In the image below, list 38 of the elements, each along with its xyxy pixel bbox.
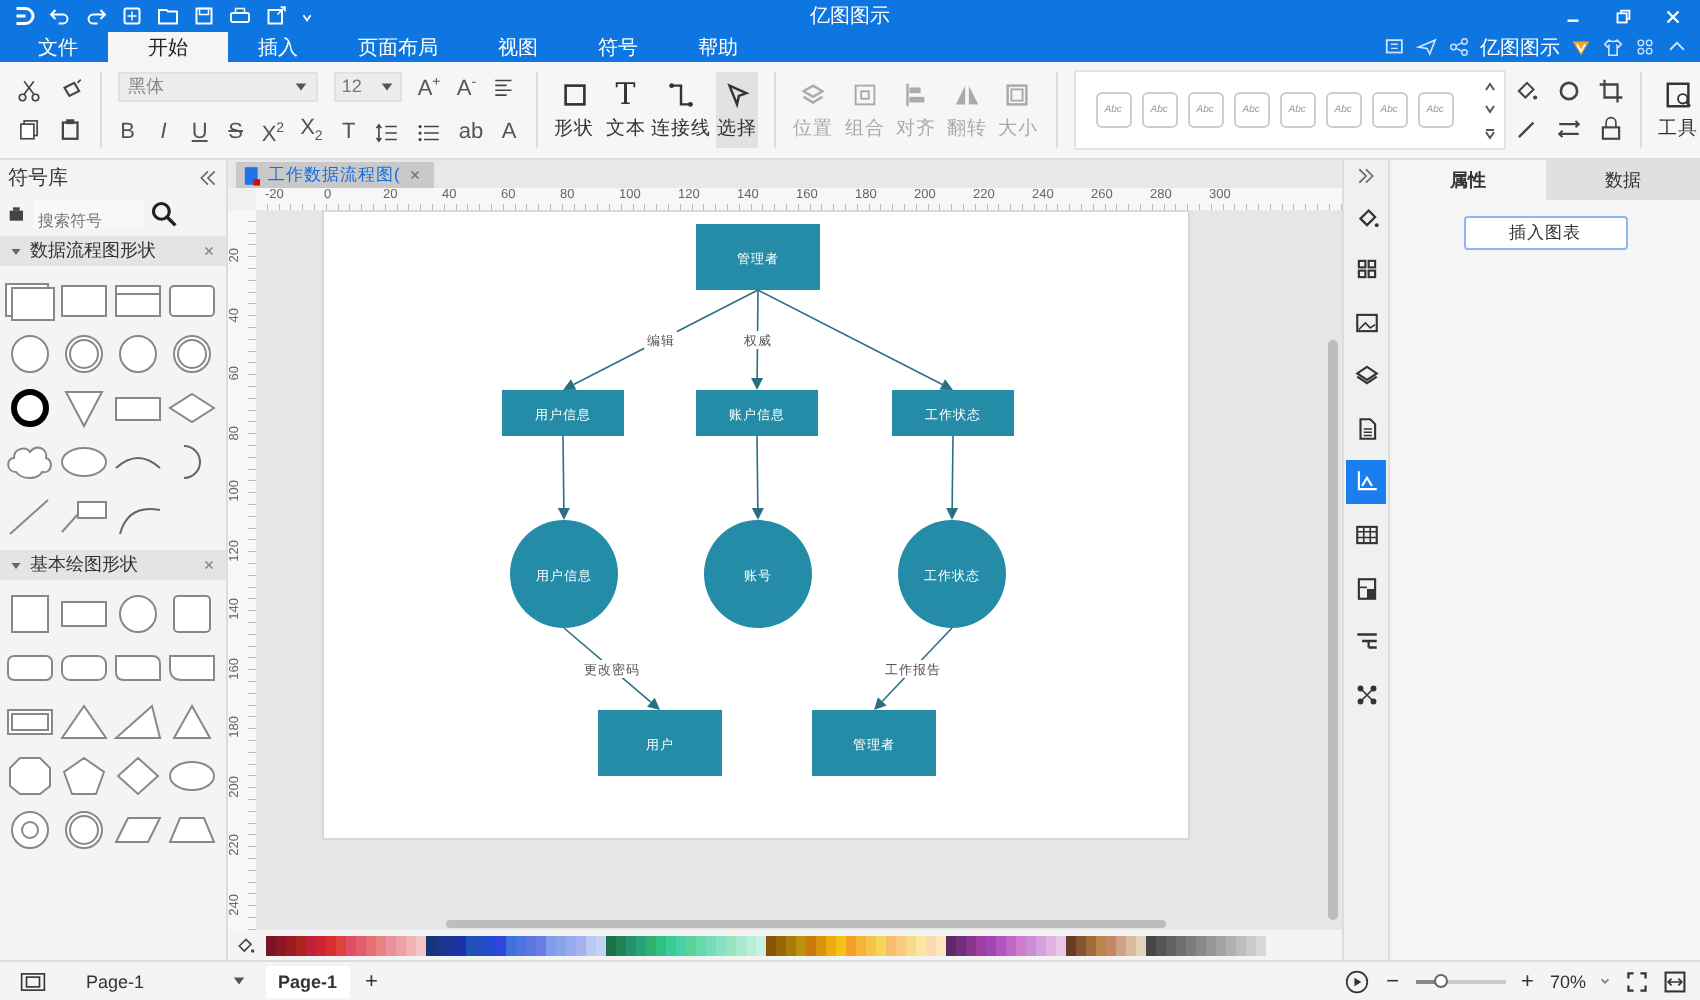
italic-button[interactable]: I	[153, 119, 174, 146]
panel-tab[interactable]: 数据	[1545, 160, 1700, 200]
zoom-out-button[interactable]: −	[1382, 969, 1404, 993]
library-section-header[interactable]: 数据流程图形状	[0, 236, 226, 266]
search-field[interactable]: 搜索符号	[34, 200, 144, 228]
page-select[interactable]: Page-1	[58, 971, 254, 991]
menu-tab[interactable]: 开始	[108, 32, 228, 62]
ribbon-tool-button[interactable]: 连接线	[655, 72, 708, 148]
highlight-button[interactable]: ab	[458, 119, 484, 146]
font-size-button[interactable]: A$^{+}$	[417, 70, 441, 104]
menu-tab[interactable]: 符号	[568, 32, 668, 62]
library-section-header[interactable]: 基本绘图形状	[0, 550, 226, 580]
zoom-in-button[interactable]: +	[1517, 969, 1538, 993]
font-size-button[interactable]: A$^{-}$	[456, 70, 477, 104]
menu-tab[interactable]: 文件	[8, 32, 108, 62]
tools-menu-button[interactable]: 工具	[1656, 72, 1700, 148]
window-title: 亿图图示	[810, 4, 890, 30]
zoom-level[interactable]: 70%	[1549, 971, 1586, 991]
page-tab[interactable]: Page-1	[266, 965, 350, 997]
font-size-select[interactable]: 12	[333, 71, 402, 102]
panel-title: 符号库	[8, 165, 68, 192]
subscript-button[interactable]: X$_{2}$	[300, 115, 323, 150]
add-page-button[interactable]: +	[361, 969, 382, 993]
font-color-button[interactable]: A	[499, 119, 520, 146]
insert-chart-button[interactable]: 插入图表	[1463, 216, 1627, 250]
account-name[interactable]: 亿图图示	[1480, 33, 1560, 61]
menu-tab[interactable]: 插入	[228, 32, 328, 62]
menu-tab[interactable]: 页面布局	[328, 32, 468, 62]
bold-button[interactable]: B	[117, 119, 138, 146]
menu-tab[interactable]: 帮助	[668, 32, 768, 62]
underline-button[interactable]: U	[189, 119, 210, 146]
strikethrough-button[interactable]: S	[225, 119, 246, 146]
ribbon-tool-button[interactable]: 形状	[552, 72, 596, 148]
ribbon-tool-button[interactable]: T 文本	[603, 72, 648, 148]
superscript-button[interactable]: X$^{2}$	[261, 116, 285, 150]
ribbon-tool-button[interactable]: 选择	[715, 72, 759, 148]
text-style-button[interactable]: T	[338, 119, 359, 146]
menu-tab[interactable]: 视图	[468, 32, 568, 62]
